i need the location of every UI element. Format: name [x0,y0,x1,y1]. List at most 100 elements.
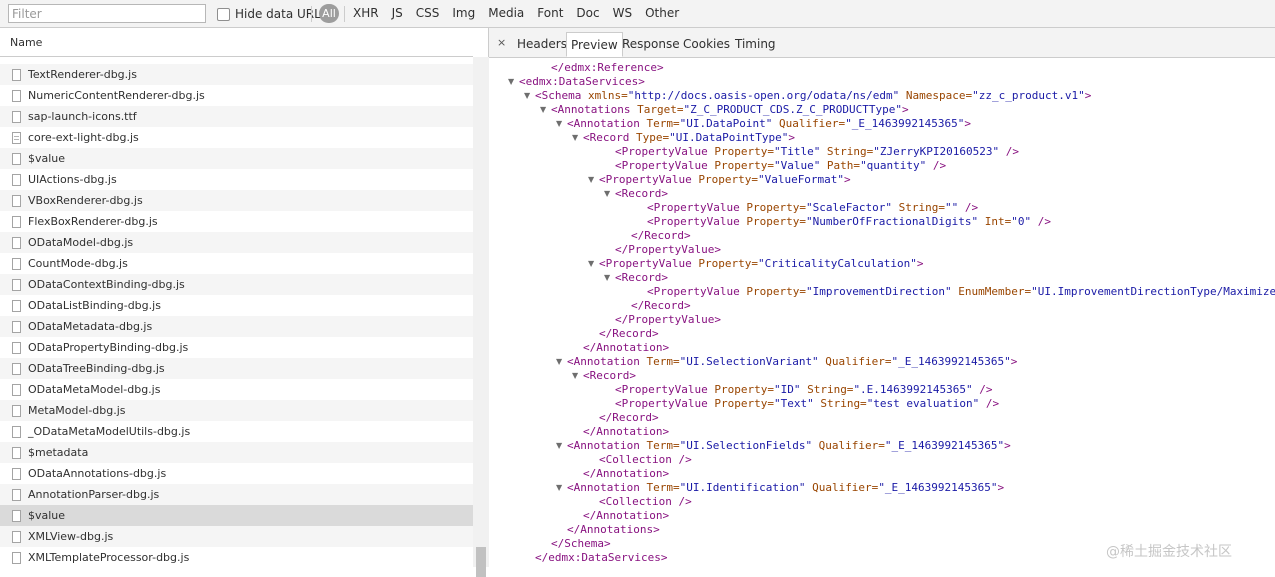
xml-token: "Z_C_PRODUCT_CDS.Z_C_PRODUCTType" [683,103,902,116]
request-row[interactable]: NumericContentRenderer-dbg.js [0,85,473,106]
xml-line: <PropertyValue Property="Value" Path="qu… [615,159,946,173]
xml-token: <PropertyValue [615,159,715,172]
expand-toggle-icon[interactable]: ▼ [556,481,566,495]
request-row[interactable]: ODataListBinding-dbg.js [0,295,473,316]
xml-line: <Collection /> [599,453,692,467]
request-row[interactable]: AnnotationParser-dbg.js [0,484,473,505]
request-row[interactable]: UIActions-dbg.js [0,169,473,190]
expand-toggle-icon[interactable]: ▼ [524,89,534,103]
xml-token: <Annotation [567,117,647,130]
filter-type-xhr[interactable]: XHR [353,6,379,20]
request-row[interactable]: VBoxRenderer-dbg.js [0,190,473,211]
expand-toggle-icon[interactable]: ▼ [588,173,598,187]
request-row[interactable]: ODataMetaModel-dbg.js [0,379,473,400]
xml-token: > [844,173,851,186]
detail-tab-bar: × Headers Preview Response Cookies Timin… [489,28,1275,58]
xml-token: /> [972,383,993,396]
xml-token: Path= [820,159,861,172]
expand-toggle-icon[interactable]: ▼ [604,187,614,201]
xml-line: <PropertyValue Property="Title" String="… [615,145,1019,159]
close-icon[interactable]: × [497,36,506,49]
filter-type-css[interactable]: CSS [416,6,440,20]
xml-token: "ImprovementDirection" [805,285,952,298]
request-row[interactable]: ODataAnnotations-dbg.js [0,463,473,484]
xml-token: String= [820,145,874,158]
request-name: AnnotationParser-dbg.js [28,488,160,501]
filter-input[interactable] [8,4,206,23]
request-row[interactable]: XMLView-dbg.js [0,526,473,547]
xml-token: Property= [714,159,774,172]
request-row[interactable]: ODataModel-dbg.js [0,232,473,253]
file-icon [12,173,21,186]
filter-type-other[interactable]: Other [645,6,679,20]
expand-toggle-icon[interactable]: ▼ [572,131,582,145]
name-column-header[interactable]: Name [0,28,473,57]
request-row[interactable]: ODataContextBinding-dbg.js [0,274,473,295]
tab-response[interactable]: Response [618,32,684,57]
expand-toggle-icon[interactable]: ▼ [556,117,566,131]
expand-toggle-icon[interactable]: ▼ [556,355,566,369]
request-row[interactable]: $value [0,148,473,169]
expand-toggle-icon[interactable]: ▼ [588,257,598,271]
request-name: XMLTemplateProcessor-dbg.js [28,551,190,564]
filter-type-img[interactable]: Img [452,6,475,20]
file-icon [12,446,21,459]
request-row[interactable]: XMLTemplateProcessor-dbg.js [0,547,473,567]
file-icon [12,341,21,354]
xml-token: Property= [746,201,806,214]
resource-type-filters: XHR JS CSS Img Media Font Doc WS Other [353,6,692,20]
request-row[interactable]: ODataTreeBinding-dbg.js [0,358,473,379]
request-row[interactable]: sap-launch-icons.ttf [0,106,473,127]
filter-all-button[interactable]: All [319,4,339,23]
filter-type-js[interactable]: JS [392,6,403,20]
request-row[interactable]: CountMode-dbg.js [0,253,473,274]
xml-token: <edmx:DataServices> [519,75,645,88]
xml-token: Property= [714,145,774,158]
expand-toggle-icon[interactable]: ▼ [572,369,582,383]
xml-token: Qualifier= [772,117,846,130]
xml-line: <Annotation Term="UI.Identification" Qua… [567,481,1004,495]
xml-token: <PropertyValue [647,215,747,228]
request-row[interactable]: MetaModel-dbg.js [0,400,473,421]
expand-toggle-icon[interactable]: ▼ [604,271,614,285]
request-list-scrollbar[interactable] [473,57,489,577]
xml-token: /> [926,159,947,172]
xml-token: Property= [698,257,758,270]
filter-type-ws[interactable]: WS [613,6,632,20]
request-row[interactable] [0,57,473,64]
tab-cookies[interactable]: Cookies [679,32,734,57]
request-row[interactable]: $metadata [0,442,473,463]
request-row[interactable]: ODataPropertyBinding-dbg.js [0,337,473,358]
tab-timing[interactable]: Timing [731,32,780,57]
expand-toggle-icon[interactable]: ▼ [540,103,550,117]
request-row[interactable]: ODataMetadata-dbg.js [0,316,473,337]
file-icon [12,299,21,312]
expand-toggle-icon[interactable]: ▼ [508,75,518,89]
xml-token: "NumberOfFractionalDigits" [805,215,979,228]
file-icon [12,509,21,522]
tab-headers[interactable]: Headers [513,32,571,57]
xml-token: <Annotation [567,481,647,494]
xml-line: </Schema> [551,537,611,551]
xml-line: <PropertyValue Property="CriticalityCalc… [599,257,924,271]
request-row[interactable]: core-ext-light-dbg.js [0,127,473,148]
xml-line: <PropertyValue Property="NumberOfFractio… [647,215,1051,229]
tab-preview[interactable]: Preview [566,32,623,57]
scrollbar-thumb[interactable] [476,547,486,577]
xml-line: <edmx:DataServices> [519,75,645,89]
request-row[interactable]: FlexBoxRenderer-dbg.js [0,211,473,232]
request-name: ODataMetaModel-dbg.js [28,383,161,396]
filter-type-media[interactable]: Media [488,6,524,20]
xml-line: </edmx:DataServices> [535,551,667,565]
filter-type-font[interactable]: Font [537,6,563,20]
filter-type-doc[interactable]: Doc [576,6,599,20]
xml-token: </Annotation> [583,341,670,354]
request-row[interactable]: _ODataMetaModelUtils-dbg.js [0,421,473,442]
request-row[interactable]: $value [0,505,473,526]
xml-token: "ValueFormat" [757,173,845,186]
expand-toggle-icon[interactable]: ▼ [556,439,566,453]
xml-line: <Collection /> [599,495,692,509]
hide-data-urls-checkbox[interactable] [217,7,230,21]
xml-token: </Record> [631,229,691,242]
request-row[interactable]: TextRenderer-dbg.js [0,64,473,85]
